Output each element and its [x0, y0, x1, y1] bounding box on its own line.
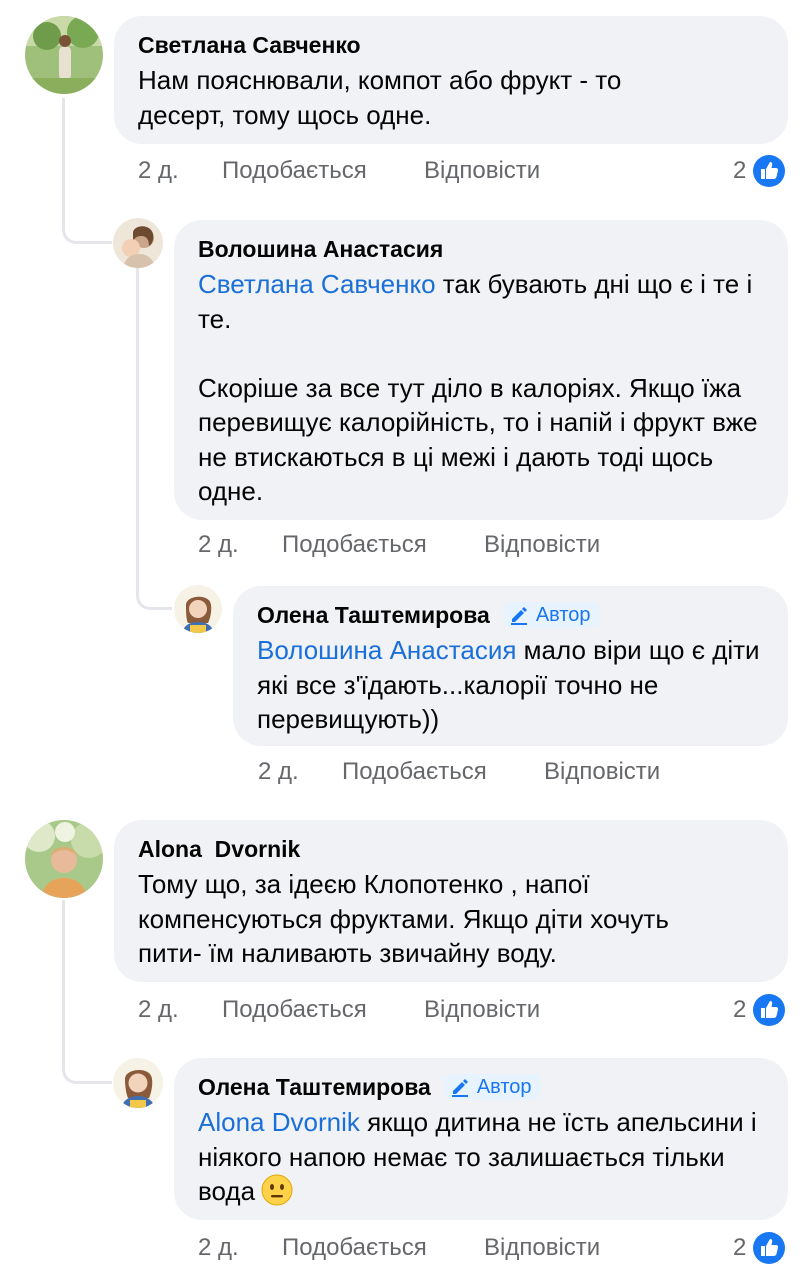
comment-text-line: пити- їм наливають звичайну воду. — [138, 938, 557, 968]
like-button[interactable]: Подобається — [282, 1234, 484, 1262]
avatar[interactable] — [113, 1058, 163, 1108]
pencil-icon — [510, 607, 527, 625]
author-badge: Автор — [503, 602, 599, 628]
like-button[interactable]: Подобається — [222, 996, 424, 1024]
comment-actions: 2 д. Подобається Відповісти — [138, 154, 540, 188]
reply-button[interactable]: Відповісти — [424, 996, 540, 1024]
comment-author[interactable]: Олена Таштемирова — [198, 1074, 431, 1101]
comment-age[interactable]: 2 д. — [198, 1234, 282, 1262]
thread-connector-line — [62, 98, 112, 244]
avatar[interactable] — [113, 218, 163, 268]
comment-age[interactable]: 2 д. — [258, 758, 342, 786]
comment-text: Волошина Анастасия мало віри що є діти я… — [257, 633, 764, 737]
avatar[interactable] — [25, 820, 103, 898]
author-badge-label: Автор — [476, 1075, 532, 1098]
like-thumb-icon — [753, 1232, 786, 1264]
comment-author[interactable]: Alona Dvornik — [138, 836, 300, 863]
comment-text-line: Нам пояснювали, компот або фрукт - то — [138, 65, 622, 95]
comment-text: Нам пояснювали, компот або фрукт - то де… — [138, 63, 764, 132]
reply-button[interactable]: Відповісти — [484, 531, 600, 559]
avatar[interactable] — [25, 16, 103, 94]
author-badge-label: Автор — [535, 603, 591, 626]
reaction-count: 2 — [733, 996, 747, 1023]
comment-actions: 2 д. Подобається Відповісти — [138, 993, 540, 1027]
like-thumb-icon — [753, 155, 786, 187]
comment-text-line: Тому що, за ідеєю Клопотенко , напої — [138, 869, 590, 899]
reaction-count: 2 — [733, 1234, 747, 1261]
thread-connector-line — [62, 900, 112, 1084]
comment-author[interactable]: Олена Таштемирова — [257, 602, 490, 629]
comment-actions: 2 д. Подобається Відповісти — [198, 1231, 600, 1265]
comment-bubble: Волошина Анастасия Светлана Савченко так… — [174, 220, 788, 520]
reaction-summary[interactable]: 2 — [733, 154, 786, 188]
like-thumb-icon — [753, 994, 786, 1026]
comment-text-line: компенсуються фруктами. Якщо діти хочуть — [138, 903, 669, 934]
comment-text: Тому що, за ідеєю Клопотенко , напої ком… — [138, 867, 764, 971]
like-button[interactable]: Подобається — [282, 531, 484, 559]
comment-author[interactable]: Волошина Анастасия — [198, 236, 443, 263]
comment-age[interactable]: 2 д. — [138, 996, 222, 1024]
comment-bubble: Олена Таштемирова Автор Волошина Анастас… — [233, 586, 788, 746]
mention-link[interactable]: Светлана Савченко — [198, 269, 436, 299]
comment-text-paragraph: Скоріше за все тут діло в калоріях. Якщо… — [198, 372, 758, 507]
mention-link[interactable]: Волошина Анастасия — [257, 635, 516, 665]
reply-button[interactable]: Відповісти — [424, 157, 540, 185]
neutral-face-emoji — [261, 1174, 293, 1206]
like-button[interactable]: Подобається — [342, 758, 544, 786]
comment-actions: 2 д. Подобається Відповісти — [258, 755, 660, 789]
comment-bubble: Олена Таштемирова Автор Alona Dvornik як… — [174, 1058, 788, 1220]
comment-bubble: Светлана Савченко Нам пояснювали, компот… — [114, 16, 788, 144]
comment-text: Светлана Савченко так бувають дні що є і… — [198, 267, 764, 509]
comment-age[interactable]: 2 д. — [198, 531, 282, 559]
mention-link[interactable]: Alona Dvornik — [198, 1107, 360, 1137]
reply-button[interactable]: Відповісти — [484, 1234, 600, 1262]
reaction-summary[interactable]: 2 — [733, 1231, 786, 1265]
comment-actions: 2 д. Подобається Відповісти — [198, 528, 600, 562]
author-badge: Автор — [444, 1074, 540, 1100]
comment-text: Alona Dvornik якщо дитина не їсть апельс… — [198, 1105, 764, 1209]
pencil-icon — [451, 1079, 468, 1097]
reaction-summary[interactable]: 2 — [733, 993, 786, 1027]
comment-bubble: Alona Dvornik Тому що, за ідеєю Клопотен… — [114, 820, 788, 982]
reaction-count: 2 — [733, 157, 747, 184]
comment-author[interactable]: Светлана Савченко — [138, 32, 361, 59]
avatar[interactable] — [174, 585, 222, 633]
like-button[interactable]: Подобається — [222, 157, 424, 185]
comment-text-line: десерт, тому щось одне. — [138, 99, 432, 130]
comment-age[interactable]: 2 д. — [138, 157, 222, 185]
reply-button[interactable]: Відповісти — [544, 758, 660, 786]
thread-connector-line — [136, 268, 172, 610]
